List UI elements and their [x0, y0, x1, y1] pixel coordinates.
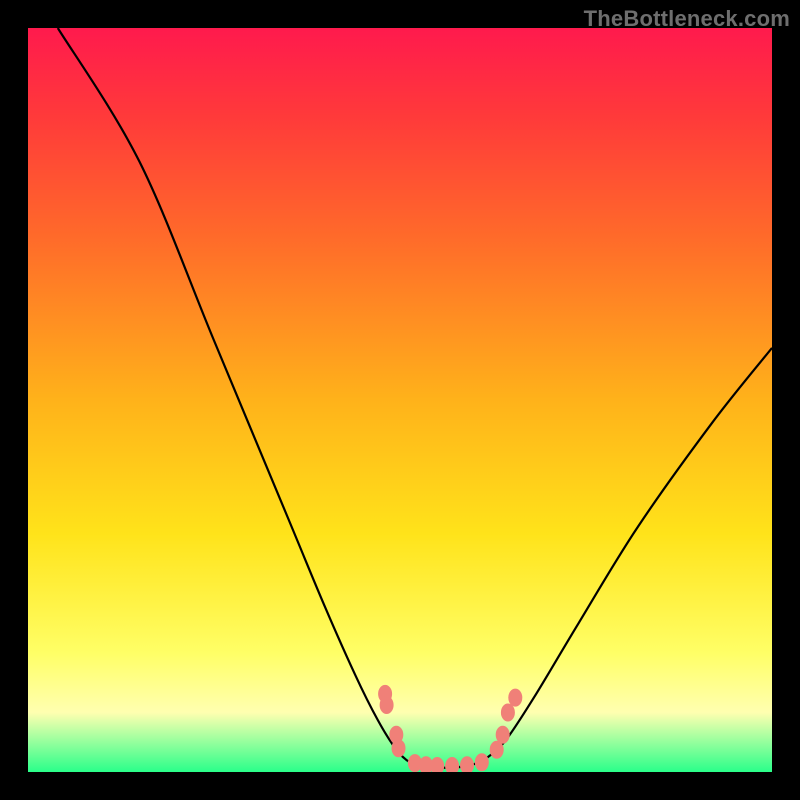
marker-dot	[501, 704, 515, 722]
plot-area	[28, 28, 772, 772]
watermark-text: TheBottleneck.com	[584, 6, 790, 32]
marker-group	[378, 685, 522, 772]
curve-left-branch	[58, 28, 408, 761]
marker-dot	[475, 753, 489, 771]
curve-right-branch	[482, 348, 772, 762]
marker-dot	[380, 696, 394, 714]
marker-dot	[508, 689, 522, 707]
marker-dot	[496, 726, 510, 744]
marker-dot	[392, 739, 406, 757]
curve-layer	[28, 28, 772, 772]
chart-stage: TheBottleneck.com	[0, 0, 800, 800]
marker-dot	[445, 757, 459, 772]
marker-dot	[460, 756, 474, 772]
marker-dot	[430, 757, 444, 772]
